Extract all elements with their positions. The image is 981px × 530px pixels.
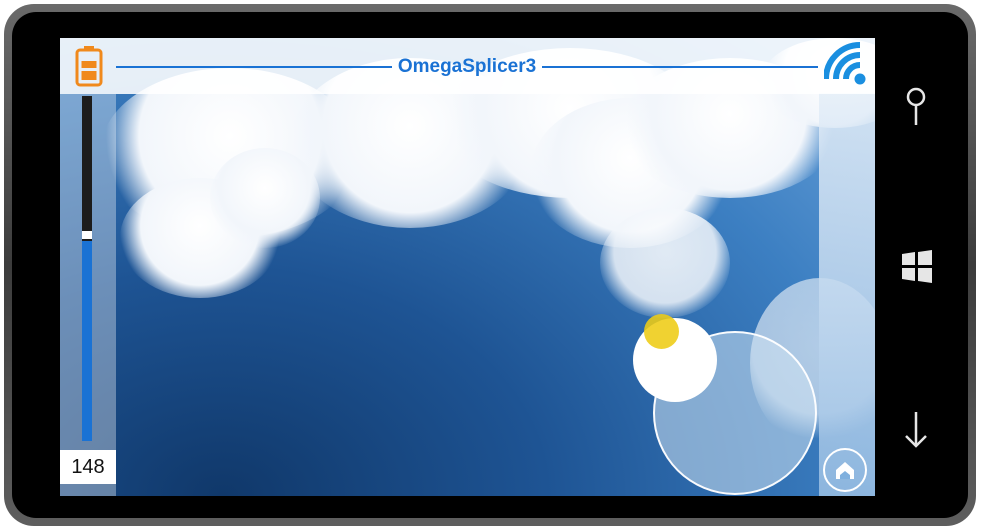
hardware-start-button[interactable] bbox=[900, 250, 934, 289]
header-bar: OmegaSplicer3 bbox=[60, 38, 875, 94]
joystick-indicator-dot bbox=[644, 314, 679, 349]
throttle-fill bbox=[82, 241, 92, 441]
back-arrow-icon bbox=[905, 412, 927, 448]
title-divider-right bbox=[542, 66, 818, 68]
app-screen: OmegaSplicer3 148 bbox=[60, 38, 875, 496]
wifi-signal-icon bbox=[823, 42, 872, 90]
throttle-slider[interactable] bbox=[82, 96, 92, 441]
throttle-value: 148 bbox=[60, 450, 116, 484]
right-panel bbox=[819, 93, 875, 496]
app-title: OmegaSplicer3 bbox=[397, 56, 537, 77]
home-icon bbox=[836, 462, 854, 479]
home-button[interactable] bbox=[823, 448, 867, 492]
title-divider-left bbox=[116, 66, 392, 68]
hardware-back-button[interactable] bbox=[903, 410, 929, 455]
battery-icon bbox=[74, 45, 104, 87]
search-icon bbox=[906, 87, 926, 125]
hardware-search-button[interactable] bbox=[902, 86, 930, 133]
phone-device: OmegaSplicer3 148 bbox=[0, 0, 981, 530]
windows-start-icon bbox=[902, 250, 932, 283]
throttle-handle[interactable] bbox=[82, 231, 92, 239]
